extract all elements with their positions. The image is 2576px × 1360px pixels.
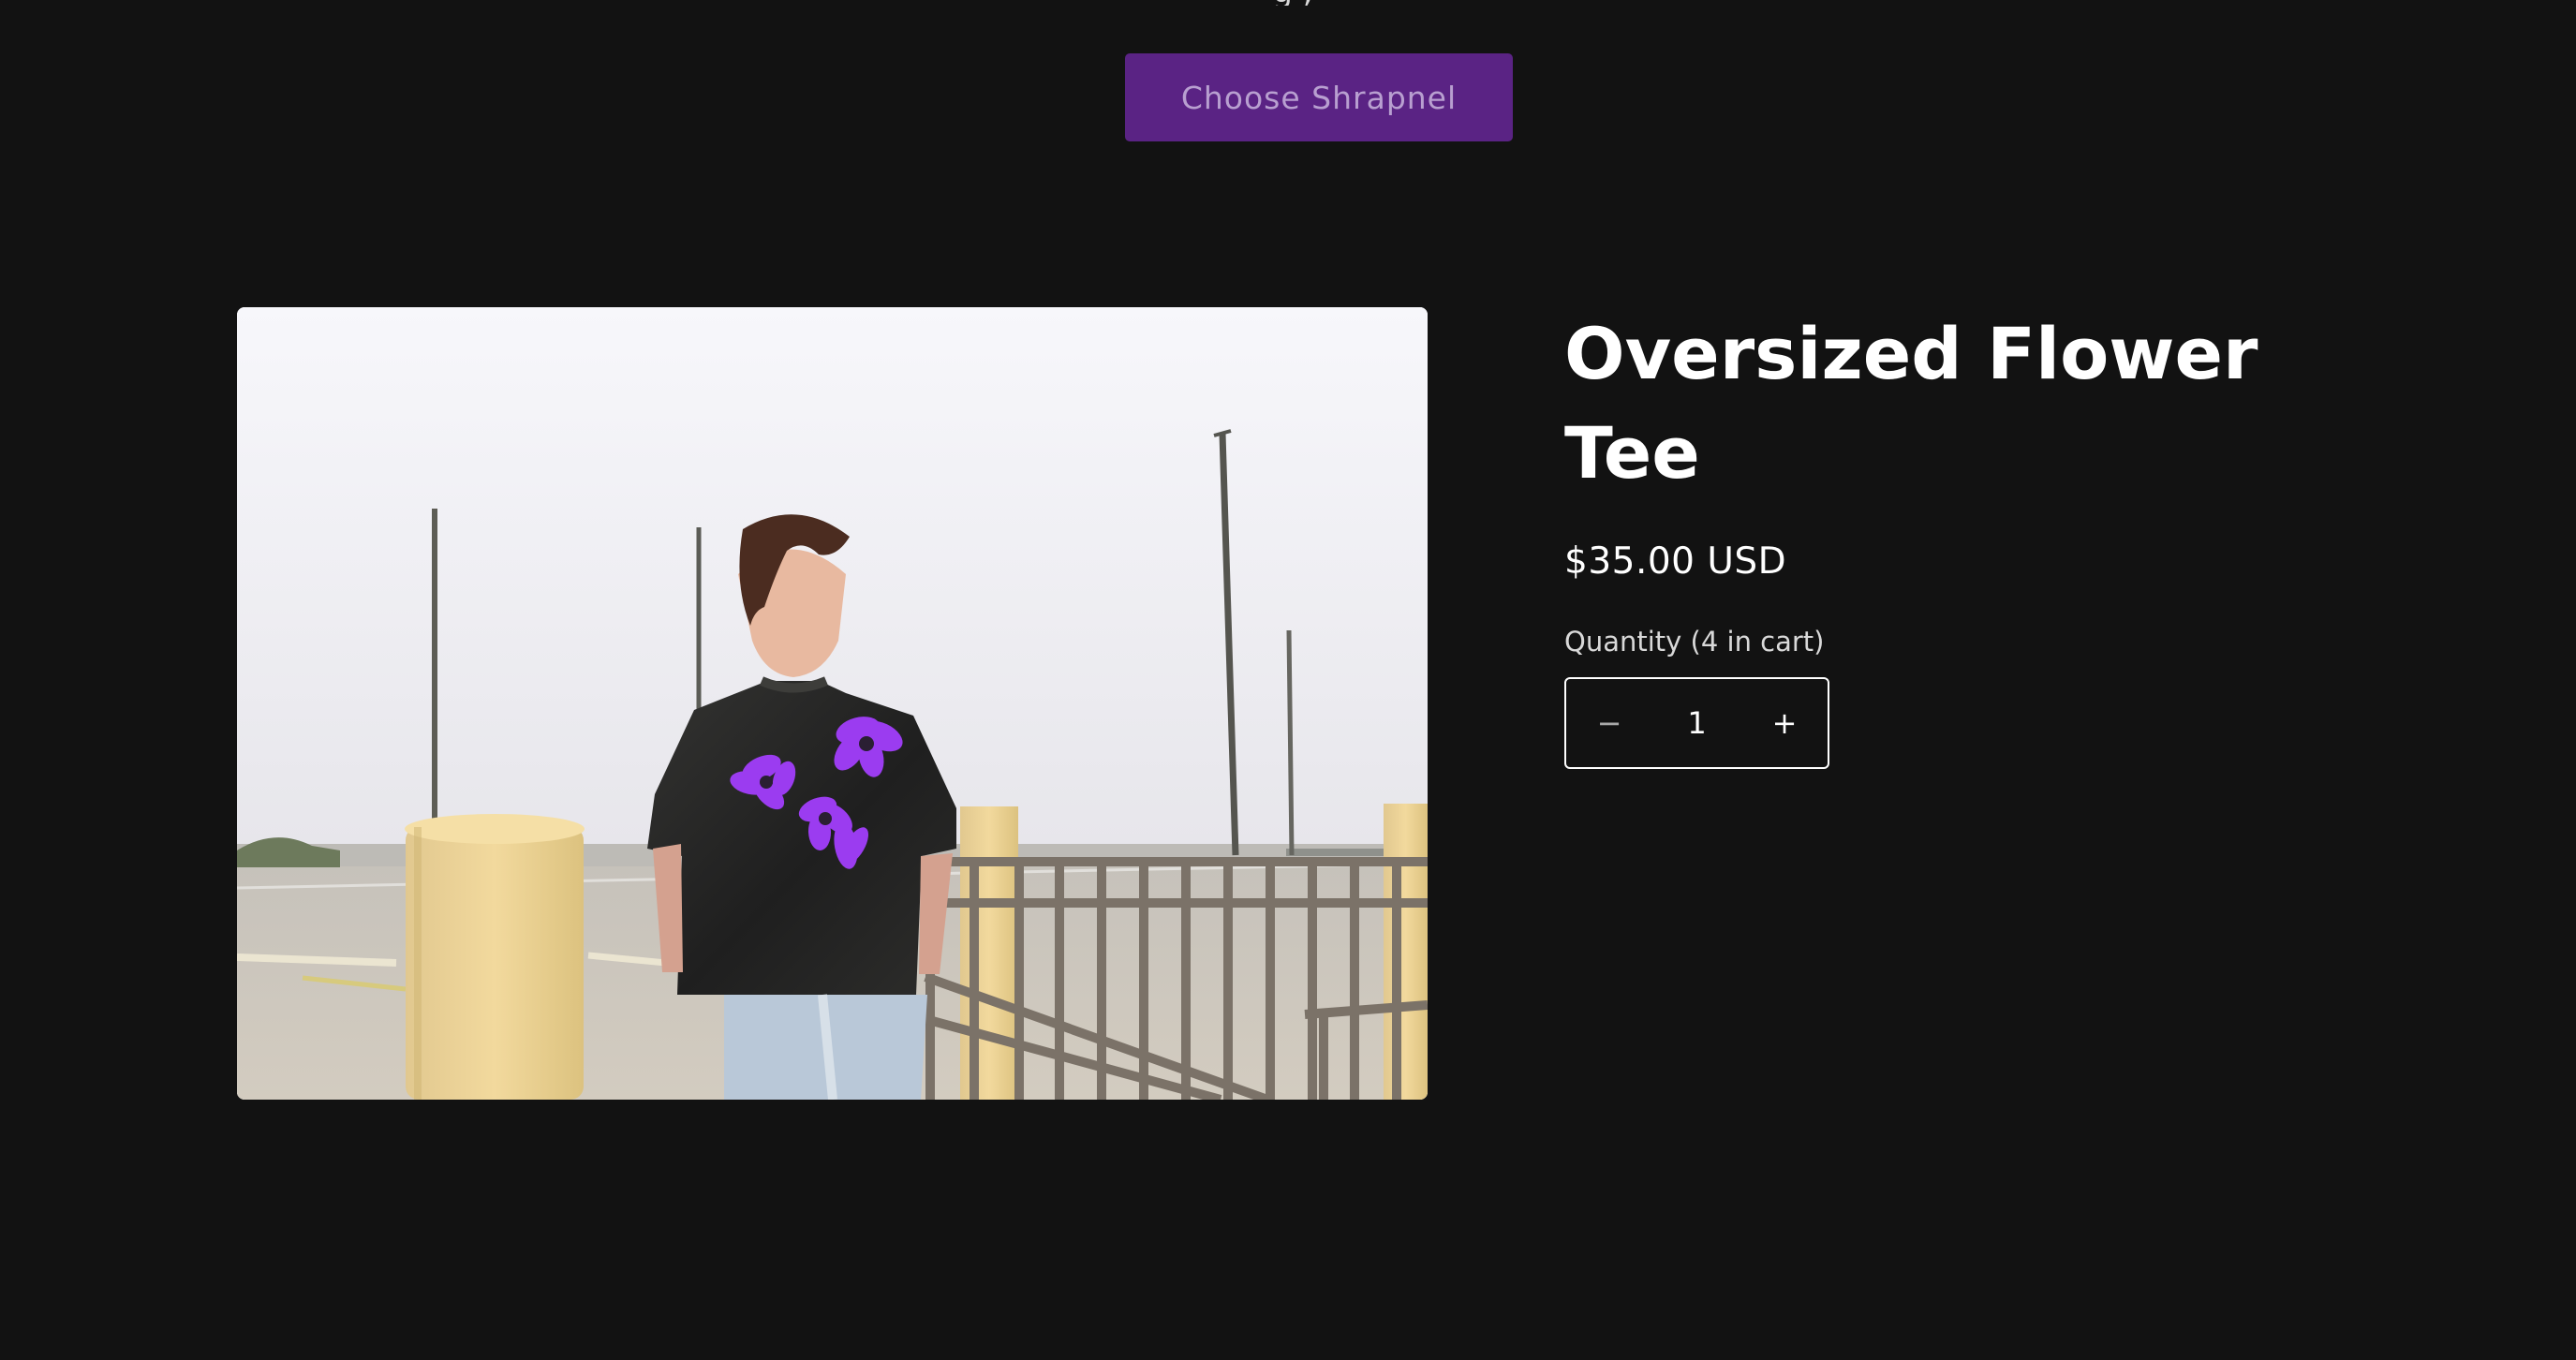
quantity-stepper[interactable]: − + — [1564, 677, 1829, 769]
quantity-label: Quantity (4 in cart) — [1564, 626, 1825, 658]
page-text-cropped: g , — [1105, 0, 1480, 6]
product-image — [237, 307, 1428, 1100]
product-title: Oversized Flower Tee — [1564, 312, 2258, 495]
increase-quantity-button[interactable]: + — [1741, 679, 1828, 767]
quantity-input[interactable] — [1652, 678, 1741, 768]
choose-shrapnel-button[interactable]: Choose Shrapnel — [1125, 53, 1513, 141]
product-info: Oversized Flower Tee $35.00 USD Quantity… — [1564, 304, 2407, 769]
product-price: $35.00 USD — [1564, 540, 1787, 583]
decrease-quantity-button[interactable]: − — [1566, 679, 1652, 767]
